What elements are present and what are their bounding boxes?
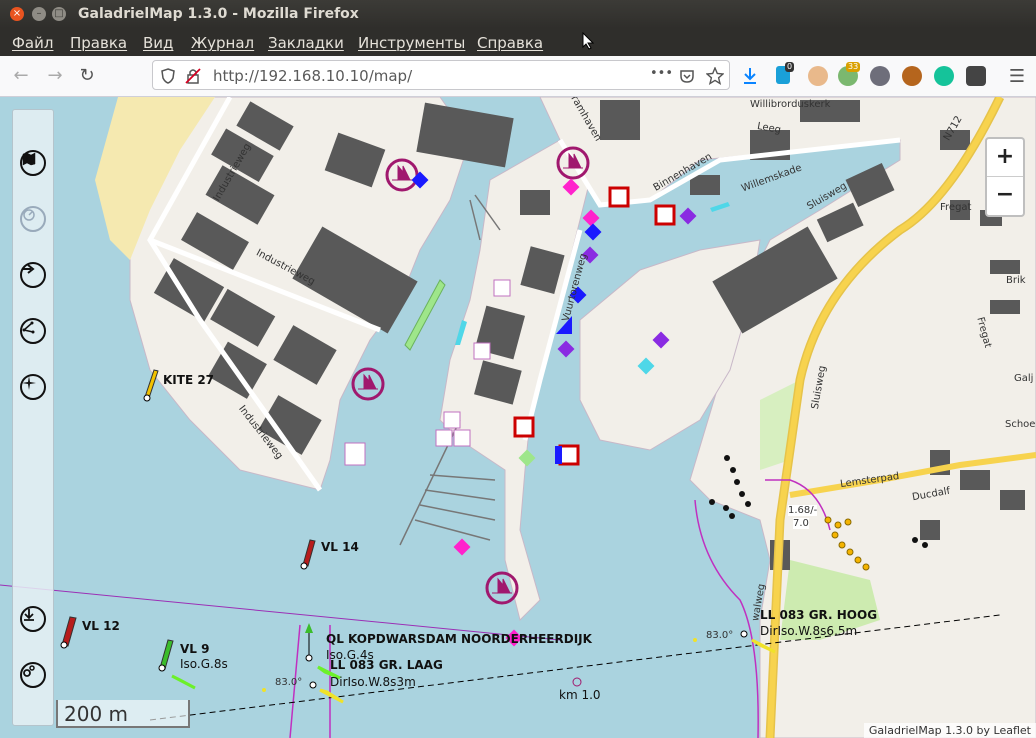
label-vl14: VL 14 [321, 540, 359, 554]
label-ll083-laag: LL 083 GR. LAAG [330, 658, 443, 672]
zoom-in-button[interactable]: + [987, 139, 1023, 175]
dashboard-button[interactable] [20, 206, 46, 232]
label-bearing-1: 83.0° [275, 677, 303, 688]
map-layers-button[interactable] [20, 150, 46, 176]
label-vl9-light: Iso.G.8s [180, 657, 228, 671]
window-titlebar: × – □ GaladrielMap 1.3.0 - Mozilla Firef… [0, 0, 1036, 28]
download-icon [24, 609, 34, 621]
download-button[interactable] [20, 606, 46, 632]
window-maximize-button[interactable]: □ [52, 7, 66, 21]
gears-icon [23, 665, 35, 677]
page-actions-button[interactable]: ••• [650, 66, 673, 81]
cookie-icon[interactable] [902, 66, 922, 86]
zoom-control: + − [985, 137, 1025, 217]
street-schoene: Schoene [1005, 419, 1036, 430]
route-button[interactable] [20, 318, 46, 344]
shield-icon[interactable] [161, 68, 175, 84]
extension-badge-1: 0 [785, 62, 795, 72]
label-vl12: VL 12 [82, 619, 120, 633]
menu-bar: Файл Правка Вид Журнал Закладки Инструме… [0, 28, 1036, 56]
label-bridge-clearance: 1.68/- [788, 505, 818, 516]
compass-rose-icon [22, 376, 36, 390]
settings-button[interactable] [20, 662, 46, 688]
app-menu-button[interactable]: ☰ [1004, 64, 1030, 90]
street-willibrorduskerk: Willibrorduskerk [750, 99, 831, 110]
route-icon [22, 321, 35, 334]
menu-view[interactable]: Вид [143, 34, 173, 52]
arrow-right-icon [22, 264, 35, 274]
track-button[interactable] [20, 262, 46, 288]
menu-bookmarks[interactable]: Закладки [268, 34, 344, 52]
window-title: GaladrielMap 1.3.0 - Mozilla Firefox [78, 6, 359, 22]
grammarly-icon[interactable] [934, 66, 954, 86]
menu-edit[interactable]: Правка [70, 34, 127, 52]
map-icon [22, 152, 36, 166]
extension-icon-4[interactable] [870, 66, 890, 86]
zoom-out-button[interactable]: − [987, 177, 1023, 213]
extension-badge-2: 33 [846, 62, 861, 72]
street-galj: Galj [1014, 373, 1034, 384]
url-bar[interactable]: http://192.168.10.10/map/ ••• [152, 60, 730, 90]
gauge-icon [23, 209, 35, 221]
map-attribution[interactable]: GaladrielMap 1.3.0 by Leaflet [863, 723, 1036, 738]
menu-tools[interactable]: Инструменты [358, 34, 465, 52]
label-bridge-height: 7.0 [793, 518, 809, 529]
forward-button[interactable]: → [42, 63, 68, 89]
pocket-icon[interactable] [679, 68, 695, 84]
window-close-button[interactable]: × [10, 7, 24, 21]
map-control-sidebar [12, 109, 54, 726]
street-fregat-1: Fregat [940, 202, 972, 213]
label-vl9: VL 9 [180, 642, 210, 656]
street-brik: Brik [1006, 275, 1026, 286]
downloads-icon[interactable] [742, 67, 758, 85]
browser-toolbar: ← → ↻ http://192.168.10.10/map/ ••• 0 33… [0, 56, 1036, 97]
label-ll083-hoog-light: DirIso.W.8s6.5m [760, 624, 858, 638]
label-kite27: KITE 27 [163, 373, 215, 387]
mouse-cursor-icon [582, 32, 594, 50]
pontoon-cyan-2 [710, 202, 730, 212]
label-ql-kopdwarsdam: QL KOPDWARSDAM NOORDERHEERDIJK [326, 632, 592, 646]
ais-button[interactable] [20, 374, 46, 400]
menu-history[interactable]: Журнал [191, 34, 254, 52]
extension-icon-5[interactable] [966, 66, 986, 86]
insecure-lock-icon[interactable] [185, 68, 201, 84]
window-minimize-button[interactable]: – [32, 7, 46, 21]
map-view[interactable]: KITE 27 VL 14 VL 12 VL 9 Iso.G.8s QL KOP… [0, 97, 1036, 738]
extension-icon-2[interactable] [808, 66, 828, 86]
harbour-channel-outline [694, 499, 759, 738]
label-km: km 1.0 [559, 688, 601, 702]
menu-file[interactable]: Файл [12, 34, 53, 52]
reload-button[interactable]: ↻ [74, 63, 100, 89]
menu-help[interactable]: Справка [477, 34, 543, 52]
label-ll083-hoog: LL 083 GR. HOOG [760, 608, 878, 622]
label-bearing-2: 83.0° [706, 630, 734, 641]
bookmark-star-icon[interactable] [706, 67, 724, 85]
back-button[interactable]: ← [8, 63, 34, 89]
url-text[interactable]: http://192.168.10.10/map/ [213, 67, 412, 85]
label-ll083-laag-light: DirIso.W.8s3m [330, 675, 416, 689]
scale-bar: 200 m [56, 700, 190, 728]
